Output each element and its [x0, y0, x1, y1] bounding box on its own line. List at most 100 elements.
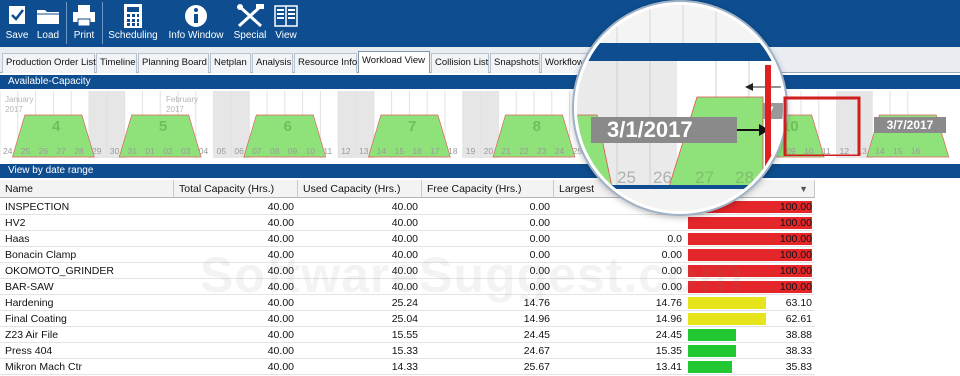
day-tick-label: 10 — [306, 146, 316, 156]
tab-resource-info[interactable]: Resource Info — [294, 53, 357, 73]
row-free-capacity: 0.00 — [529, 217, 550, 229]
row-largest: 13.41 — [655, 361, 682, 373]
row-largest: 24.45 — [655, 329, 682, 341]
column-header-name[interactable]: Name — [0, 180, 174, 198]
week-number-label: 7 — [408, 118, 416, 135]
day-tick-label: 22 — [519, 146, 529, 156]
main-toolbar: Save Load Print Scheduling Info Window S… — [0, 0, 960, 47]
row-name: INSPECTION — [5, 201, 70, 213]
day-tick-label: 18 — [448, 146, 458, 156]
printer-icon — [70, 2, 98, 30]
day-tick-label: 15 — [395, 146, 405, 156]
calculator-icon — [106, 2, 160, 30]
table-row[interactable]: Z23 Air File 40.00 15.55 24.45 24.45 38.88 — [0, 327, 815, 343]
day-tick-label: 06 — [234, 146, 244, 156]
month-year-label: 2017 — [166, 105, 184, 114]
day-tick-label: 01 — [145, 146, 155, 156]
day-tick-label: 08 — [270, 146, 280, 156]
month-label: January — [5, 95, 33, 104]
magnifier-zoom-svg: 7 3/1/2017 25 26 27 28 ▼ — [577, 5, 783, 211]
table-row[interactable]: Press 404 40.00 15.33 24.67 15.35 38.33 — [0, 343, 815, 359]
tab-workload-view[interactable]: Workload View — [358, 51, 430, 73]
day-tick-label: 28 — [74, 146, 84, 156]
special-label: Special — [233, 30, 267, 41]
day-tick-label: 27 — [56, 146, 66, 156]
month-year-label: 2017 — [5, 105, 23, 114]
day-tick-label: 30 — [110, 146, 120, 156]
week-number-label: 5 — [159, 118, 167, 135]
table-row[interactable]: Final Coating 40.00 25.04 14.96 14.96 62.61 — [0, 311, 815, 327]
save-button[interactable]: Save — [4, 2, 30, 46]
day-tick-label: 25 — [21, 146, 31, 156]
day-tick-label: 14 — [377, 146, 387, 156]
tab-netplan[interactable]: Netplan — [210, 53, 251, 73]
row-utilization-percent: 38.88 — [785, 329, 812, 341]
column-header-free-capacity[interactable]: Free Capacity (Hrs.) — [422, 180, 554, 198]
day-tick-label: 17 — [430, 146, 440, 156]
row-name: Bonacin Clamp — [5, 249, 77, 261]
tab-timeline[interactable]: Timeline — [96, 53, 137, 73]
special-button[interactable]: Special — [232, 2, 268, 46]
row-utilization-percent: 100.00 — [779, 233, 812, 245]
print-button[interactable]: Print — [70, 2, 98, 46]
row-largest: 14.96 — [655, 313, 682, 325]
view-button[interactable]: View — [272, 2, 300, 46]
magnifier-callout: 7 3/1/2017 25 26 27 28 ▼ — [574, 2, 786, 214]
table-row[interactable]: HV2 40.00 40.00 0.00 100.00 — [0, 215, 815, 231]
row-largest: 15.35 — [655, 345, 682, 357]
day-tick-label: 14 — [875, 146, 885, 156]
table-row[interactable]: Mikron Mach Ctr 40.00 14.33 25.67 13.41 35.83 — [0, 359, 815, 375]
tab-planning-board[interactable]: Planning Board — [138, 53, 209, 73]
row-free-capacity: 24.45 — [523, 329, 550, 341]
info-window-button[interactable]: Info Window — [166, 2, 226, 46]
row-total-capacity: 40.00 — [267, 313, 294, 325]
day-tick-label: 15 — [893, 146, 903, 156]
load-button[interactable]: Load — [34, 2, 62, 46]
row-total-capacity: 40.00 — [267, 345, 294, 357]
available-capacity-header: Available-Capacity — [0, 75, 960, 89]
day-tick-label: 11 — [323, 146, 332, 156]
row-total-capacity: 40.00 — [267, 329, 294, 341]
row-total-capacity: 40.00 — [267, 201, 294, 213]
date-callout-label: 3/7/2017 — [874, 117, 946, 133]
tab-production-order-list[interactable]: Production Order List — [2, 53, 96, 73]
day-tick-label: 02 — [163, 146, 173, 156]
tab-snapshots[interactable]: Snapshots — [490, 53, 540, 73]
toolbar-divider — [102, 2, 103, 44]
view-tabs: Production Order List Timeline Planning … — [0, 47, 960, 73]
day-tick-label: 21 — [501, 146, 511, 156]
tab-collision-list[interactable]: Collision List — [431, 53, 489, 73]
tab-analysis[interactable]: Analysis — [252, 53, 293, 73]
table-row[interactable]: Haas 40.00 40.00 0.00 0.0 100.00 — [0, 231, 815, 247]
day-tick-label: 16 — [412, 146, 422, 156]
day-tick-label: 20 — [484, 146, 494, 156]
column-header-used-capacity[interactable]: Used Capacity (Hrs.) — [298, 180, 422, 198]
row-name: OKOMOTO_GRINDER — [5, 265, 114, 277]
row-free-capacity: 0.00 — [529, 233, 550, 245]
row-name: Haas — [5, 233, 30, 245]
row-free-capacity: 25.67 — [523, 361, 550, 373]
row-used-capacity: 25.04 — [391, 313, 418, 325]
scheduling-button[interactable]: Scheduling — [106, 2, 160, 46]
row-name: BAR-SAW — [5, 281, 54, 293]
watermark: SoftwareSuggest.com — [200, 247, 745, 303]
save-icon — [4, 2, 30, 30]
magnifier-day-26: 26 — [653, 168, 672, 187]
row-utilization-percent: 62.61 — [785, 313, 812, 325]
row-name: Z23 Air File — [5, 329, 59, 341]
row-largest — [554, 215, 682, 231]
day-tick-label: 16 — [911, 146, 921, 156]
row-largest: 0.0 — [667, 233, 682, 245]
row-utilization-percent: 35.83 — [785, 361, 812, 373]
magnifier-day-27: 27 — [695, 168, 714, 187]
info-icon — [166, 2, 226, 30]
tools-icon — [232, 2, 268, 30]
load-label: Load — [36, 30, 60, 41]
row-name: Press 404 — [5, 345, 53, 357]
day-tick-label: 31 — [128, 146, 138, 156]
info-window-label: Info Window — [168, 30, 224, 41]
day-tick-label: 07 — [252, 146, 262, 156]
folder-icon — [34, 2, 62, 30]
row-free-capacity: 14.96 — [523, 313, 550, 325]
column-header-total-capacity[interactable]: Total Capacity (Hrs.) — [174, 180, 298, 198]
